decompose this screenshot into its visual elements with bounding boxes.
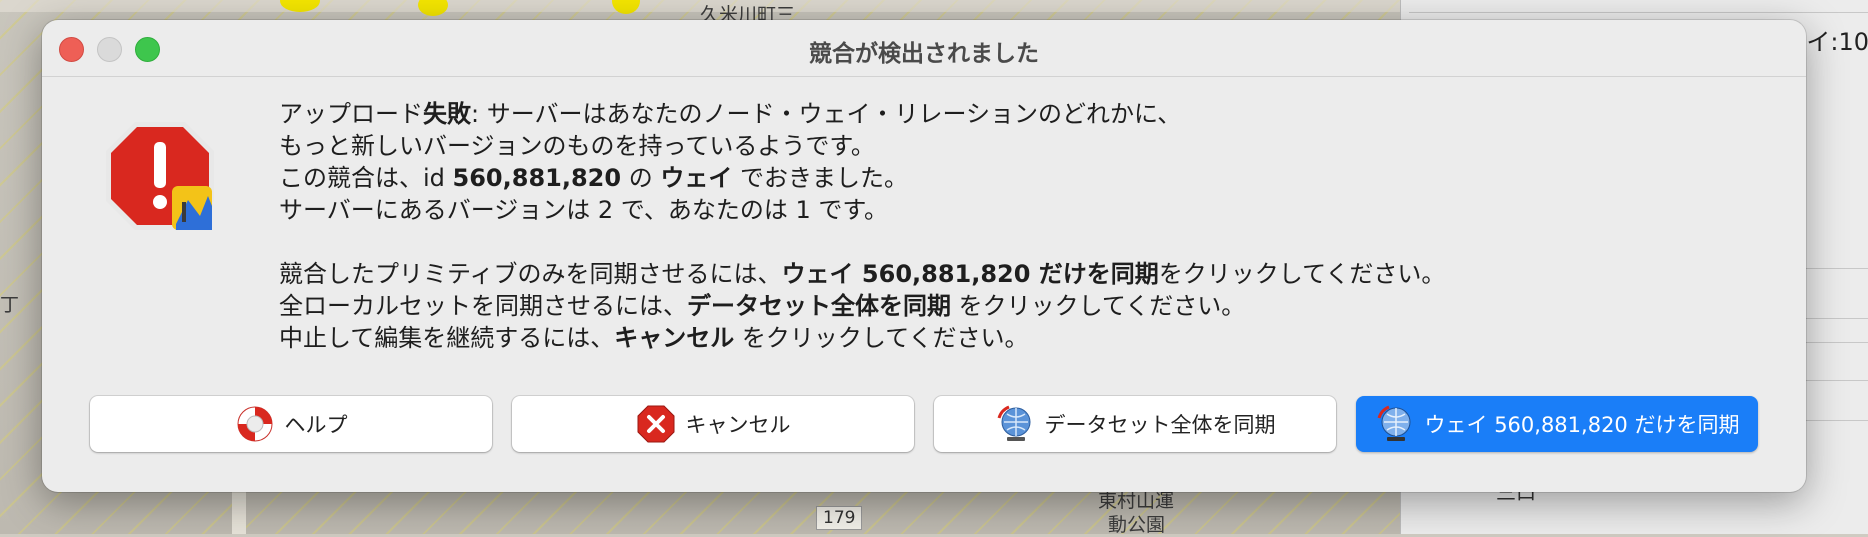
- divider: [1409, 12, 1868, 13]
- message-line: 中止して編集を継続するには、キャンセル をクリックしてください。: [279, 324, 1029, 352]
- map-label: 動公園: [1108, 514, 1166, 536]
- help-button[interactable]: ヘルプ: [90, 396, 492, 452]
- cancel-x-icon: [637, 405, 674, 443]
- help-button-label: ヘルプ: [284, 413, 348, 437]
- dialog-message: アップロード失敗: サーバーはあなたのノード・ウェイ・リレーションのどれかに、 …: [279, 98, 1445, 354]
- globe-sync-icon: [997, 405, 1030, 441]
- title-separator: [42, 76, 1806, 77]
- lifebuoy-icon: [237, 406, 272, 442]
- title-bar: 競合が検出されました: [42, 20, 1806, 78]
- map-poi: [418, 0, 448, 16]
- side-panel-text: イ:10: [1806, 28, 1868, 56]
- conflict-dialog: 競合が検出されました アップロード失敗: サーバーはあなたのノード・ウェイ・リレ…: [42, 20, 1806, 492]
- message-line: もっと新しいバージョンのものを持っているようです。: [279, 132, 875, 160]
- message-line: この競合は、id 560,881,820 の ウェイ でおきました。: [279, 164, 908, 192]
- map-label: 丁: [0, 294, 20, 316]
- route-badge: 179: [816, 506, 863, 530]
- message-line: サーバーにあるバージョンは 2 で、あなたのは 1 です。: [279, 196, 888, 224]
- message-line: 全ローカルセットを同期させるには、データセット全体を同期 をクリックしてください…: [279, 292, 1246, 320]
- cancel-button-label: キャンセル: [685, 413, 791, 437]
- globe-sync-icon: [1377, 405, 1411, 441]
- error-stop-icon: [106, 122, 214, 230]
- sync-way-button-label: ウェイ 560,881,820 だけを同期: [1424, 413, 1740, 437]
- sync-way-button[interactable]: ウェイ 560,881,820 だけを同期: [1356, 396, 1758, 452]
- sync-dataset-button[interactable]: データセット全体を同期: [934, 396, 1336, 452]
- cancel-button[interactable]: キャンセル: [512, 396, 914, 452]
- dialog-title: 競合が検出されました: [809, 41, 1039, 67]
- message-line: 競合したプリミティブのみを同期させるには、ウェイ 560,881,820 だけを…: [279, 260, 1446, 288]
- sync-dataset-button-label: データセット全体を同期: [1044, 413, 1276, 437]
- message-line: アップロード失敗: サーバーはあなたのノード・ウェイ・リレーションのどれかに、: [279, 100, 1182, 128]
